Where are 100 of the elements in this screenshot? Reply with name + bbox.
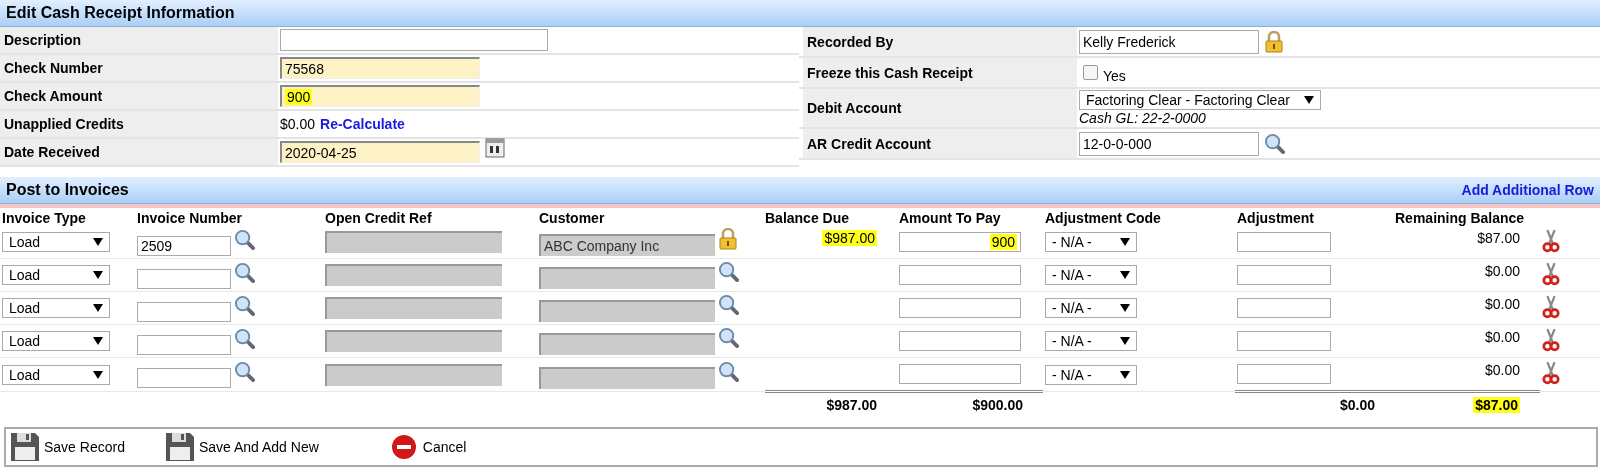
search-icon[interactable]: [718, 360, 739, 382]
caret-icon: [93, 337, 103, 345]
remaining-balance-total: $87.00: [1473, 397, 1520, 413]
caret-icon: [1120, 238, 1130, 246]
field-label: Recorded By: [803, 27, 1077, 56]
caret-icon: [1120, 370, 1130, 379]
input-field[interactable]: [280, 29, 548, 51]
remaining-balance: $0.00: [1484, 329, 1520, 345]
invoice-type-dropdown[interactable]: Load: [2, 331, 110, 351]
caret-icon: [1120, 304, 1130, 312]
balance-due: $987.00: [822, 230, 877, 246]
column-header: Open Credit Ref: [325, 210, 432, 226]
field-label: Date Received: [0, 139, 278, 165]
field-label: Check Amount: [0, 83, 278, 109]
add-row-link[interactable]: Add Additional Row: [1461, 182, 1594, 198]
field-label: Description: [0, 27, 278, 53]
column-header: Invoice Number: [137, 210, 243, 226]
amount-to-pay-total: $900.00: [972, 397, 1023, 413]
caret-icon: [93, 304, 103, 312]
column-header: Amount To Pay: [899, 210, 1001, 226]
input-field[interactable]: [1237, 265, 1331, 285]
column-header: Balance Due: [765, 210, 850, 226]
recalculate-link[interactable]: Re-Calculate: [320, 116, 405, 132]
field-label: Check Number: [0, 55, 278, 81]
input-field[interactable]: 900: [899, 232, 1021, 252]
section-title: Post to Invoices: [6, 181, 129, 199]
remaining-balance: $87.00: [1477, 230, 1520, 246]
lock-icon: [1264, 30, 1284, 53]
column-header: Adjustment: [1237, 210, 1314, 226]
scissors-icon[interactable]: [1542, 228, 1560, 253]
column-header: Invoice Type: [2, 210, 86, 226]
search-icon[interactable]: [234, 228, 255, 250]
scissors-icon[interactable]: [1542, 327, 1560, 352]
search-icon[interactable]: [234, 261, 255, 283]
column-header: Customer: [539, 210, 605, 226]
input-field[interactable]: [137, 301, 231, 322]
search-icon[interactable]: [718, 327, 739, 348]
search-icon[interactable]: [718, 261, 739, 282]
caret-icon: [93, 238, 103, 246]
search-icon[interactable]: [1264, 133, 1285, 154]
field-label: AR Credit Account: [803, 129, 1077, 158]
remaining-balance: $0.00: [1484, 263, 1520, 279]
input-field[interactable]: [1237, 298, 1331, 318]
column-header: Adjustment Code: [1045, 210, 1161, 226]
field-value: $0.00: [280, 116, 316, 132]
caret-icon: [1120, 337, 1130, 345]
column-header: Remaining Balance: [1395, 210, 1525, 226]
adjustment-code-dropdown[interactable]: - N/A -: [1045, 331, 1137, 351]
invoice-type-dropdown[interactable]: Load: [2, 232, 110, 252]
input-field[interactable]: [1237, 331, 1331, 351]
input-field: ABC Company Inc: [539, 234, 715, 256]
input-field[interactable]: [1237, 232, 1331, 252]
adjustment-total: $0.00: [1339, 397, 1375, 413]
adjustment-code-dropdown[interactable]: - N/A -: [1045, 364, 1137, 385]
caret-icon: [93, 271, 103, 279]
calendar-icon[interactable]: [485, 138, 505, 158]
search-icon[interactable]: [234, 327, 255, 349]
field-label: Debit Account: [803, 89, 1077, 127]
input-field[interactable]: 2509: [137, 235, 231, 256]
scissors-icon[interactable]: [1542, 361, 1560, 385]
input-field[interactable]: 12-0-0-000: [1079, 131, 1259, 156]
input-field[interactable]: [899, 298, 1021, 318]
input-field[interactable]: [899, 331, 1021, 351]
caret-icon: [1120, 271, 1130, 279]
account-dropdown[interactable]: Factoring Clear - Factoring Clear: [1079, 90, 1321, 110]
cash-gl-note: Cash GL: 22-2-0000: [1079, 110, 1207, 126]
input-field[interactable]: [899, 364, 1021, 384]
scissors-icon[interactable]: [1542, 294, 1560, 319]
save-button[interactable]: Save And Add New: [164, 432, 319, 462]
caret-icon: [93, 370, 103, 379]
checkbox[interactable]: [1083, 65, 1098, 80]
search-icon[interactable]: [718, 294, 739, 315]
input-field[interactable]: [137, 334, 231, 355]
input-field[interactable]: [1237, 364, 1331, 384]
caret-icon: [1304, 96, 1314, 104]
cancel-button[interactable]: Cancel: [388, 432, 467, 462]
input-field[interactable]: [137, 368, 231, 388]
invoice-type-dropdown[interactable]: Load: [2, 265, 110, 285]
remaining-balance: $0.00: [1484, 362, 1520, 378]
balance-due-total: $987.00: [826, 397, 877, 413]
invoice-type-dropdown[interactable]: Load: [2, 364, 110, 385]
scissors-icon[interactable]: [1542, 261, 1560, 286]
input-field[interactable]: [137, 268, 231, 289]
adjustment-code-dropdown[interactable]: - N/A -: [1045, 232, 1137, 252]
input-field[interactable]: 2020-04-25: [280, 141, 480, 163]
input-field[interactable]: 900: [280, 85, 480, 107]
invoice-type-dropdown[interactable]: Load: [2, 298, 110, 318]
field-label: Freeze this Cash Receipt: [803, 58, 1077, 87]
adjustment-code-dropdown[interactable]: - N/A -: [1045, 298, 1137, 318]
input-field[interactable]: [899, 265, 1021, 285]
input-field[interactable]: Kelly Frederick: [1079, 29, 1259, 54]
search-icon[interactable]: [234, 361, 255, 382]
save-button[interactable]: Save Record: [10, 432, 125, 462]
remaining-balance: $0.00: [1484, 296, 1520, 312]
input-field[interactable]: 75568: [280, 57, 480, 79]
checkbox-label: Yes: [1103, 67, 1126, 84]
search-icon[interactable]: [234, 294, 255, 316]
section-title: Edit Cash Receipt Information: [6, 4, 235, 22]
field-label: Unapplied Credits: [0, 111, 278, 137]
adjustment-code-dropdown[interactable]: - N/A -: [1045, 265, 1137, 285]
